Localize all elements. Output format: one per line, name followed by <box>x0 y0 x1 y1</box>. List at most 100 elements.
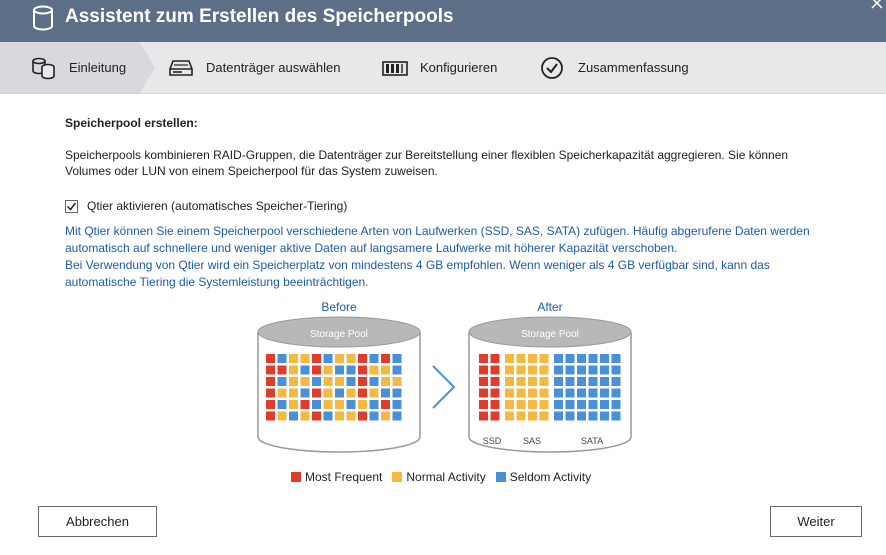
data-block <box>565 400 575 409</box>
data-block <box>277 354 287 363</box>
data-block <box>516 365 526 375</box>
step-konfigurieren[interactable]: Konfigurieren <box>382 42 497 93</box>
data-block <box>490 388 500 398</box>
data-block <box>358 411 367 421</box>
data-block <box>528 377 537 386</box>
data-block <box>516 388 526 398</box>
data-block <box>505 388 514 398</box>
data-block <box>479 354 488 363</box>
data-block <box>300 411 310 421</box>
qtier-checkbox-row[interactable]: Qtier aktivieren (automatisches Speicher… <box>65 199 347 213</box>
data-block <box>289 400 298 409</box>
step-datentraeger[interactable]: Datenträger auswählen <box>168 42 340 93</box>
data-block <box>312 400 321 409</box>
data-block <box>611 411 621 421</box>
data-block <box>369 365 379 375</box>
cancel-button[interactable]: Abbrechen <box>38 506 157 537</box>
storage-pool-icon <box>32 57 55 79</box>
legend-label: Most Frequent <box>305 470 383 484</box>
data-block <box>565 377 575 386</box>
data-block <box>577 388 586 398</box>
data-block <box>277 365 287 375</box>
data-block <box>323 365 333 375</box>
tier-label-sata: SATA <box>581 436 603 446</box>
data-block <box>392 365 402 375</box>
legend-swatch <box>392 472 403 482</box>
data-block <box>516 411 526 421</box>
data-block <box>600 400 609 409</box>
data-block <box>346 365 356 375</box>
data-block <box>539 400 549 409</box>
data-block <box>539 411 549 421</box>
step-einleitung[interactable]: Einleitung <box>31 42 126 93</box>
data-block <box>381 354 390 363</box>
data-block <box>358 354 367 363</box>
legend-most-frequent: Most Frequent <box>291 470 382 484</box>
step-label: Einleitung <box>69 60 127 75</box>
window-title: Assistent zum Erstellen des Speicherpool… <box>65 6 454 27</box>
data-block <box>577 377 586 386</box>
storage-pool-label: Storage Pool <box>310 329 368 340</box>
data-block <box>335 411 344 421</box>
data-block <box>479 388 488 398</box>
data-block <box>577 365 586 375</box>
data-block <box>358 400 367 409</box>
data-block <box>588 365 598 375</box>
data-block <box>381 400 390 409</box>
data-block <box>565 411 575 421</box>
qtier-info: Mit Qtier können Sie einem Speicherpool … <box>65 223 825 291</box>
data-block <box>312 365 321 375</box>
section-heading: Speicherpool erstellen: <box>65 116 198 130</box>
data-block <box>528 354 537 363</box>
data-block <box>323 354 333 363</box>
data-block <box>539 388 549 398</box>
step-label: Zusammenfassung <box>578 60 689 75</box>
data-block <box>528 411 537 421</box>
data-block <box>611 365 621 375</box>
data-block <box>323 400 333 409</box>
data-block <box>600 388 609 398</box>
data-block <box>554 411 563 421</box>
data-block <box>505 365 514 375</box>
data-block <box>369 411 379 421</box>
data-block <box>392 400 402 409</box>
data-block <box>335 354 344 363</box>
data-block <box>266 377 275 386</box>
data-block <box>392 377 402 386</box>
storage-cylinder-icon <box>33 5 53 31</box>
data-block <box>369 354 379 363</box>
data-block <box>554 377 563 386</box>
pool-description: Speicherpools kombinieren RAID-Gruppen, … <box>65 148 789 178</box>
qtier-diagram: Before After Storage Pool Storage Pool S… <box>257 300 632 453</box>
data-block <box>490 354 500 363</box>
data-block <box>554 400 563 409</box>
data-block <box>346 400 356 409</box>
data-block <box>392 388 402 398</box>
data-block <box>289 388 298 398</box>
data-block <box>266 365 275 375</box>
legend-swatch <box>495 472 506 482</box>
data-block <box>554 365 563 375</box>
data-block <box>381 377 390 386</box>
legend-normal-activity: Normal Activity <box>392 470 486 484</box>
data-block <box>539 365 549 375</box>
data-block <box>505 400 514 409</box>
tier-label-sas: SAS <box>523 436 541 446</box>
disk-drive-icon <box>169 59 193 76</box>
step-zusammenfassung[interactable]: Zusammenfassung <box>540 42 689 93</box>
data-block <box>266 388 275 398</box>
next-button[interactable]: Weiter <box>770 506 862 537</box>
qtier-checkbox[interactable] <box>65 199 78 213</box>
data-block <box>505 377 514 386</box>
data-block <box>346 354 356 363</box>
storage-pool-label: Storage Pool <box>521 329 579 340</box>
close-icon[interactable] <box>870 0 884 10</box>
data-block <box>392 354 402 363</box>
data-block <box>381 411 390 421</box>
data-block <box>266 354 275 363</box>
data-block <box>335 365 344 375</box>
data-block <box>312 411 321 421</box>
data-block <box>539 354 549 363</box>
legend-swatch <box>291 472 301 482</box>
data-block <box>323 411 333 421</box>
